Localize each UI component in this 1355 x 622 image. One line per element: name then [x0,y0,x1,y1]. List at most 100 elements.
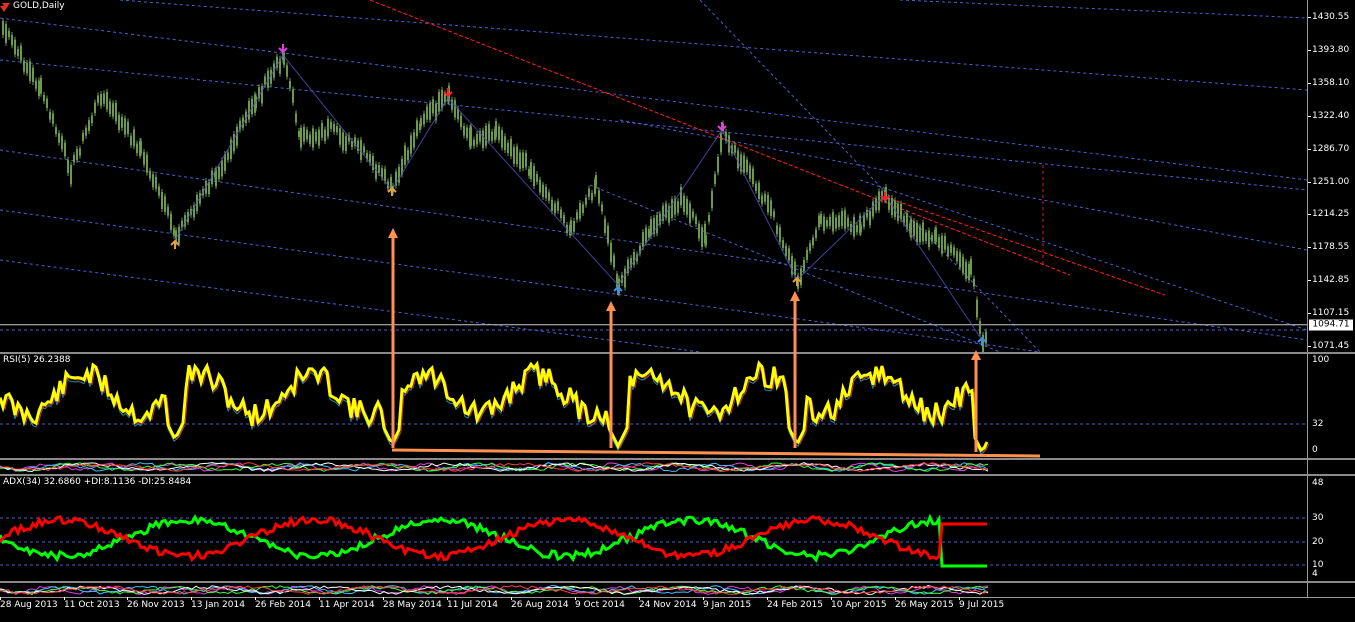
candle-body [832,212,834,232]
time-axis-label: 26 Nov 2013 [127,600,185,610]
candle-body [345,135,347,152]
candle-body [149,170,151,179]
candle-body [482,130,484,149]
candle-body [218,166,220,179]
candle-body [233,134,235,152]
price-tick-label: 1322.40 [1312,110,1350,121]
candle-body [124,118,126,135]
candle-body [11,34,13,46]
candle-body [749,165,751,179]
time-axis[interactable]: 28 Aug 2013 11 Oct 2013 26 Nov 2013 13 Jan … [0,597,1355,622]
price-chart[interactable] [0,0,1307,352]
candle-body [525,152,527,168]
candle-body [161,192,163,209]
candle-body [363,146,365,153]
price-tick-mark [1308,181,1311,183]
time-tick-mark [767,597,768,600]
candle-body [938,237,940,248]
price-scale[interactable]: 1430.55 1393.80 1358.10 1322.40 1286.70 1251.… [1307,0,1355,352]
candle-body [318,129,320,146]
price-tick-mark [1308,115,1311,117]
candle-body [773,211,775,218]
candle-body [533,166,535,186]
candle-body [118,114,120,131]
candle-body [686,198,688,215]
candle-body [770,200,772,216]
candle-body [360,139,362,160]
candle-body [441,89,443,109]
price-tick-label: 1178.55 [1312,242,1350,253]
time-axis-label: 9 Oct 2014 [575,600,625,610]
candle-body [460,115,462,128]
candle-body [140,141,142,154]
candle-body [818,215,820,228]
candle-body [570,220,572,233]
candle-body [755,183,757,191]
rsi-scale[interactable]: 100 32 0 [1307,354,1355,458]
candle-body [67,159,69,174]
candle-body [173,228,175,236]
candle-body [720,133,722,153]
time-axis-label: 24 Feb 2015 [767,600,824,610]
candle-body [76,148,78,160]
candle-body [286,65,288,77]
candle-body [289,81,291,89]
time-tick-mark [447,597,448,600]
time-axis-label: 28 May 2014 [383,600,442,610]
candle-body [683,195,685,212]
adx-tick-label: 30 [1312,513,1324,523]
time-axis-label: 28 Aug 2013 [0,600,58,610]
indicator-strip-1[interactable] [0,460,1307,474]
candle-body [853,216,855,237]
candle-body [429,103,431,120]
candle-body [70,165,72,185]
candle-body [573,220,575,232]
candle-body [764,193,766,202]
candle-body [23,60,25,72]
candle-body [944,235,946,250]
indicator-strip-2[interactable] [0,583,1307,597]
candle-body [491,131,493,141]
candle-body [476,134,478,145]
current-price-badge: 1094.71 [1309,319,1353,331]
adx-scale[interactable]: 48 30 20 10 4 [1307,476,1355,581]
candle-body [454,100,456,118]
time-tick-mark [895,597,896,600]
candle-body [43,94,45,102]
candle-body [806,249,808,260]
strip-scale[interactable] [1307,460,1355,474]
time-axis-label: 11 Jul 2014 [447,600,498,610]
trend-line [0,17,1307,181]
price-tick-label: 1286.70 [1312,143,1350,154]
candle-body [17,49,19,56]
trend-line [0,149,1307,341]
trend-line [0,59,1307,191]
candle-body [701,227,703,247]
time-axis-label: 9 Jul 2015 [959,600,1005,610]
candle-body [970,258,972,275]
candle-body [677,201,679,213]
candle-body [976,299,978,318]
candle-body [167,206,169,216]
up-fractal-arrow [387,186,397,196]
price-tick-mark [1308,346,1311,347]
adx-pane[interactable]: ADX(34) 32.6860 +DI:8.1136 -DI:25.8484 [0,476,1307,581]
chart-menu-arrow-icon[interactable] [2,3,10,9]
strip-scale[interactable] [1307,583,1355,597]
candle-body [221,160,223,177]
down-fractal-arrow [278,44,288,54]
main-chart-pane[interactable]: GOLD,Daily [0,0,1307,352]
candle-body [152,174,154,188]
candle-body [856,225,858,233]
candle-body [545,186,547,199]
candle-body [423,113,425,125]
candle-body [823,216,825,231]
candle-body [404,145,406,165]
candle-body [601,204,603,212]
price-tick-label: 1214.25 [1312,209,1350,220]
candle-body [560,209,562,218]
candle-body [488,124,490,141]
rsi-pane[interactable]: RSI(5) 26.2388 [0,354,1307,458]
time-axis-label: 10 Apr 2015 [831,600,887,610]
candle-body [312,128,314,148]
